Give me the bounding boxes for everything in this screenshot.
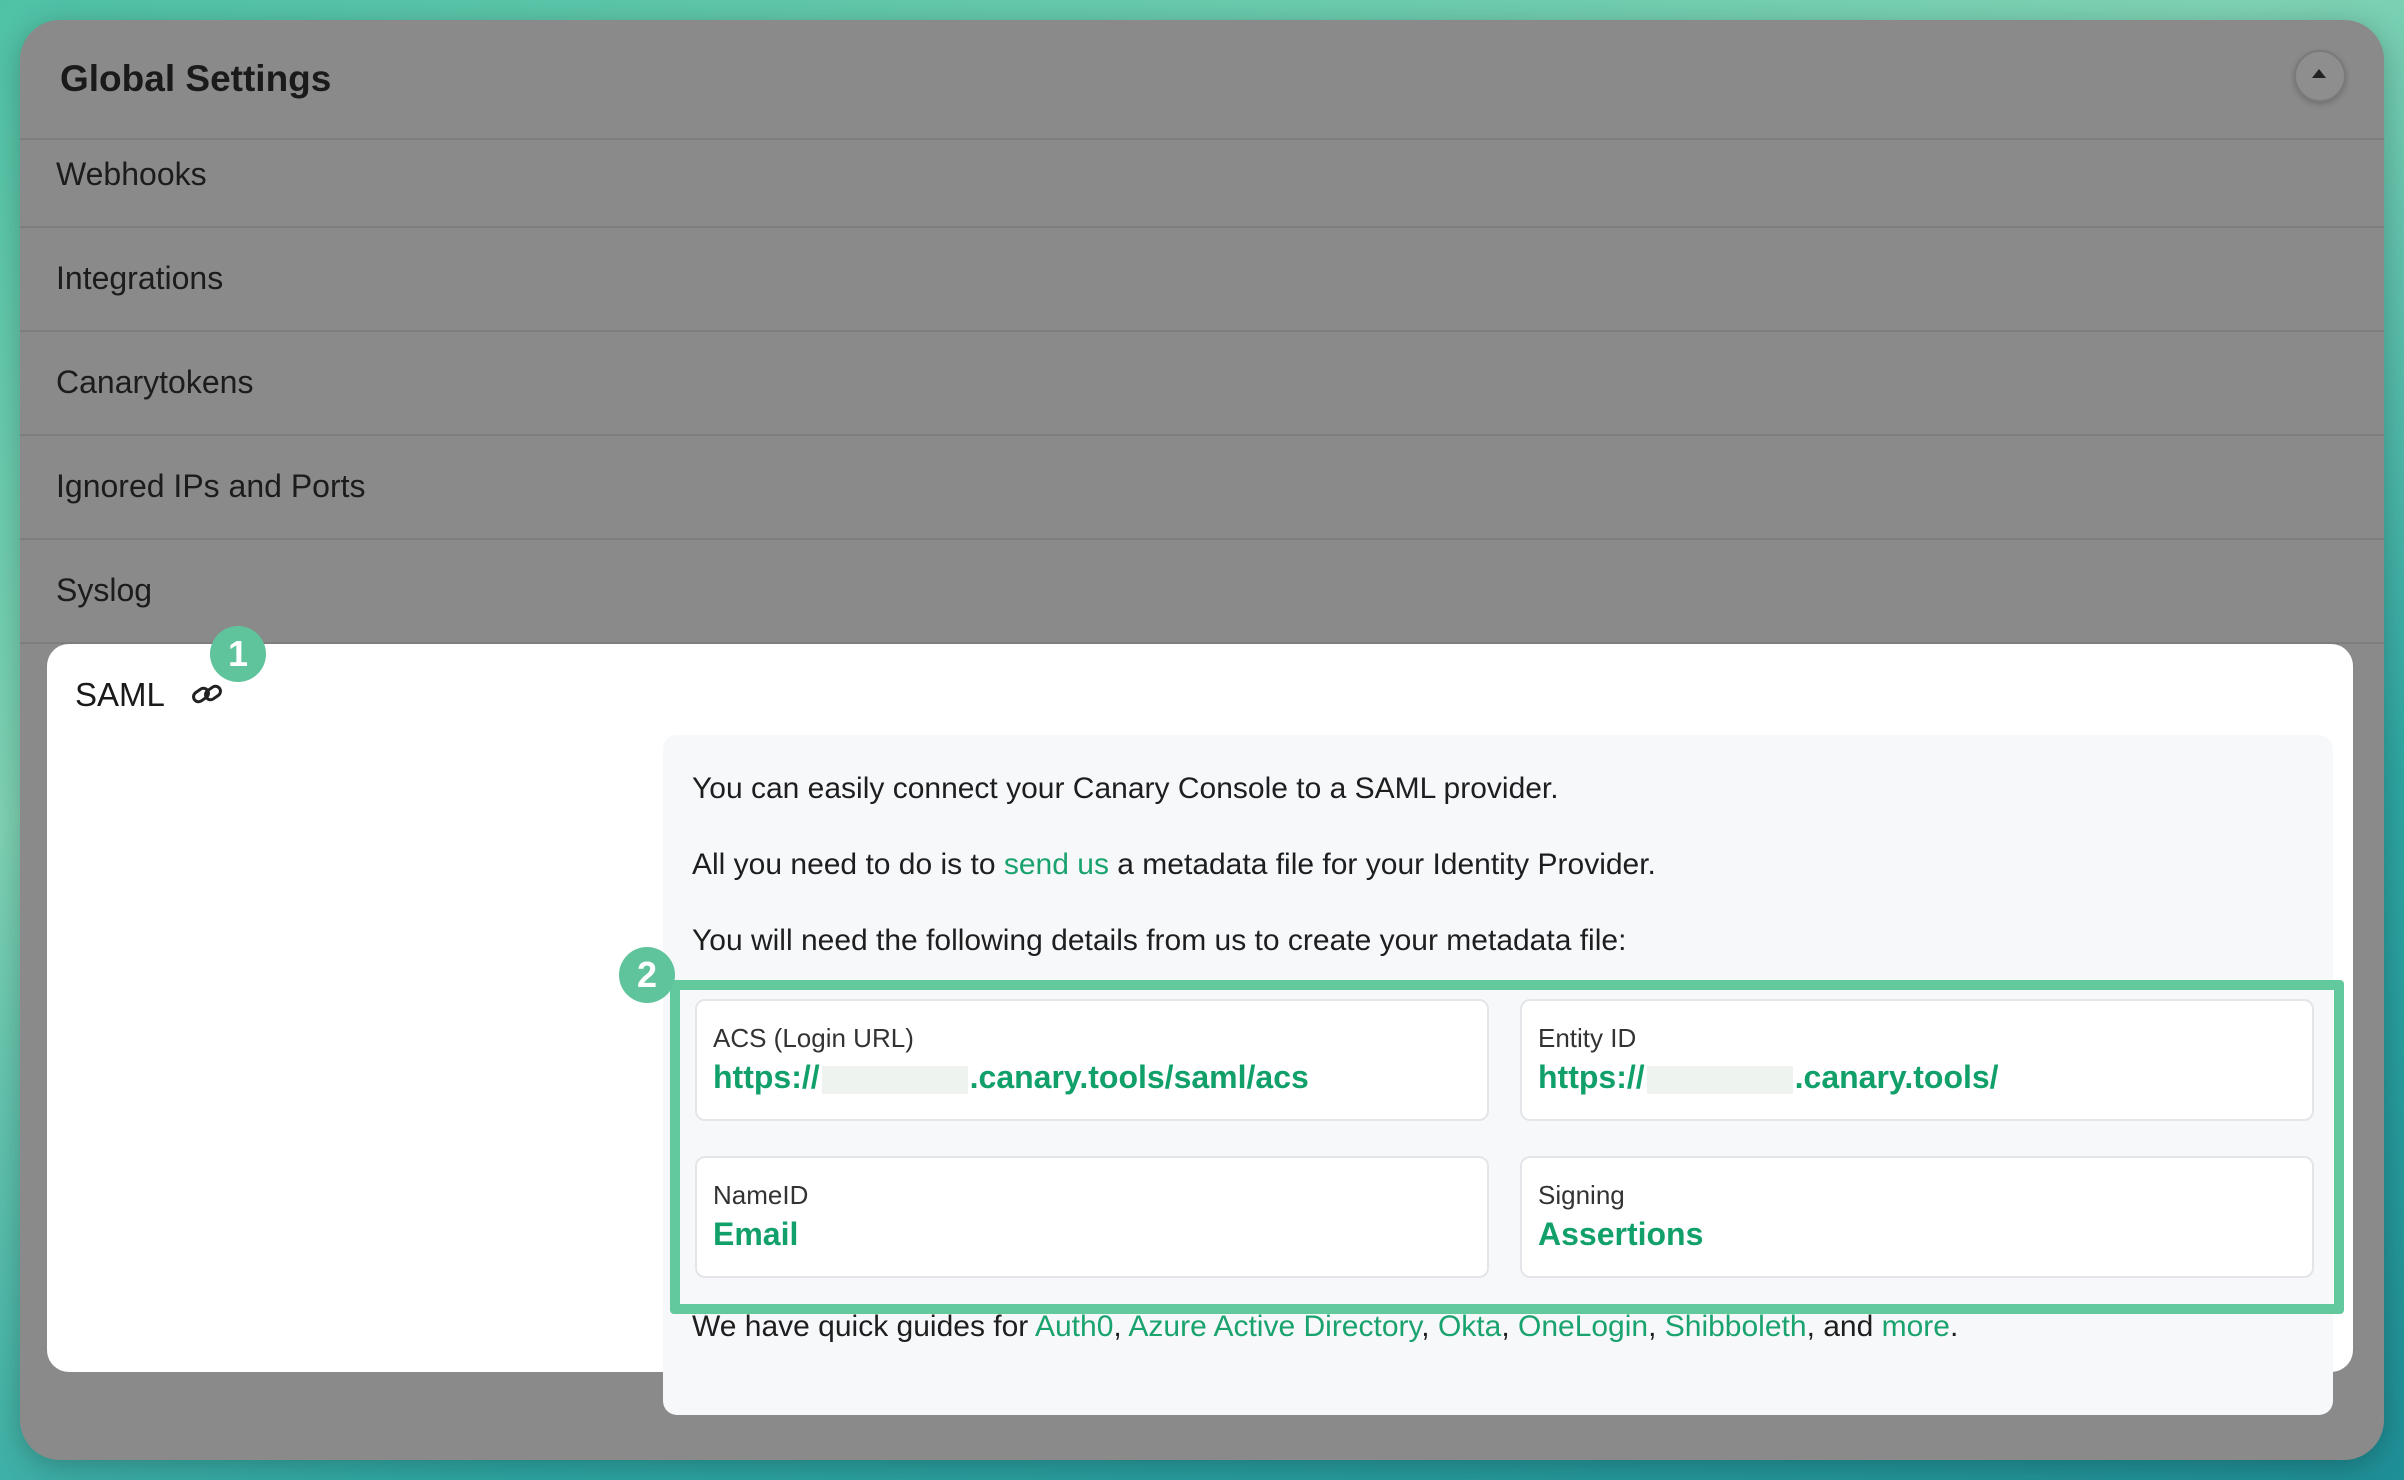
saml-send-text: All you need to do is to send us a metad… bbox=[692, 848, 1656, 882]
guides-and: , and bbox=[1806, 1310, 1882, 1343]
settings-row-canarytokens[interactable]: Canarytokens bbox=[20, 332, 2384, 436]
collapse-button[interactable] bbox=[2294, 50, 2346, 102]
redacted-subdomain bbox=[1646, 1065, 1793, 1094]
acs-url-field[interactable]: ACS (Login URL) https:// .canary.tools/sa… bbox=[695, 999, 1489, 1121]
settings-row-integrations[interactable]: Integrations bbox=[20, 228, 2384, 332]
field-value[interactable]: https:// .canary.tools/ bbox=[1538, 1059, 1999, 1096]
settings-row-ignored-ips[interactable]: Ignored IPs and Ports bbox=[20, 436, 2384, 540]
value-suffix: .canary.tools/ bbox=[1794, 1059, 1999, 1095]
send-suffix: a metadata file for your Identity Provid… bbox=[1108, 848, 1656, 881]
guide-link-more[interactable]: more bbox=[1882, 1310, 1950, 1343]
field-value[interactable]: Email bbox=[713, 1216, 798, 1253]
row-label: Ignored IPs and Ports bbox=[56, 468, 366, 504]
row-label: Canarytokens bbox=[56, 364, 254, 400]
redacted-subdomain bbox=[821, 1065, 968, 1094]
value-prefix: https:// bbox=[713, 1059, 820, 1095]
entity-id-field[interactable]: Entity ID https:// .canary.tools/ bbox=[1520, 999, 2314, 1121]
signing-field[interactable]: Signing Assertions bbox=[1520, 1156, 2314, 1278]
saml-title: SAML bbox=[75, 676, 165, 713]
saml-details-intro: You will need the following details from… bbox=[692, 924, 1627, 957]
value-suffix: .canary.tools/saml/acs bbox=[969, 1059, 1309, 1095]
page-title: Global Settings bbox=[60, 58, 332, 99]
settings-row-webhooks[interactable]: Webhooks bbox=[20, 118, 2384, 228]
guide-link-okta[interactable]: Okta bbox=[1438, 1310, 1501, 1343]
field-label: ACS (Login URL) bbox=[713, 1023, 914, 1053]
row-label: Syslog bbox=[56, 572, 153, 608]
caret-up-icon bbox=[2312, 69, 2326, 78]
step-badge-2: 2 bbox=[619, 947, 675, 1003]
send-prefix: All you need to do is to bbox=[692, 848, 1004, 881]
quick-guides-text: We have quick guides for Auth0, Azure Ac… bbox=[692, 1310, 1959, 1343]
nameid-field[interactable]: NameID Email bbox=[695, 1156, 1489, 1278]
guide-link-azure-ad[interactable]: Azure Active Directory bbox=[1128, 1310, 1421, 1343]
field-label: Signing bbox=[1538, 1180, 1625, 1210]
link-icon[interactable] bbox=[190, 680, 224, 708]
saml-intro-text: You can easily connect your Canary Conso… bbox=[692, 772, 1559, 805]
field-label: Entity ID bbox=[1538, 1023, 1637, 1053]
row-label: Webhooks bbox=[56, 156, 207, 192]
guide-link-auth0[interactable]: Auth0 bbox=[1035, 1310, 1113, 1343]
settings-row-syslog[interactable]: Syslog bbox=[20, 540, 2384, 644]
field-value[interactable]: Assertions bbox=[1538, 1216, 1703, 1253]
guide-link-shibboleth[interactable]: Shibboleth bbox=[1665, 1310, 1807, 1343]
guides-end: . bbox=[1949, 1310, 1959, 1343]
send-us-link[interactable]: send us bbox=[1004, 848, 1109, 881]
step-badge-1: 1 bbox=[210, 626, 266, 682]
guide-link-onelogin[interactable]: OneLogin bbox=[1518, 1310, 1648, 1343]
field-label: NameID bbox=[713, 1180, 809, 1210]
value-prefix: https:// bbox=[1538, 1059, 1645, 1095]
row-label: Integrations bbox=[56, 260, 224, 296]
guides-prefix: We have quick guides for bbox=[692, 1310, 1035, 1343]
field-value[interactable]: https:// .canary.tools/saml/acs bbox=[713, 1059, 1309, 1096]
